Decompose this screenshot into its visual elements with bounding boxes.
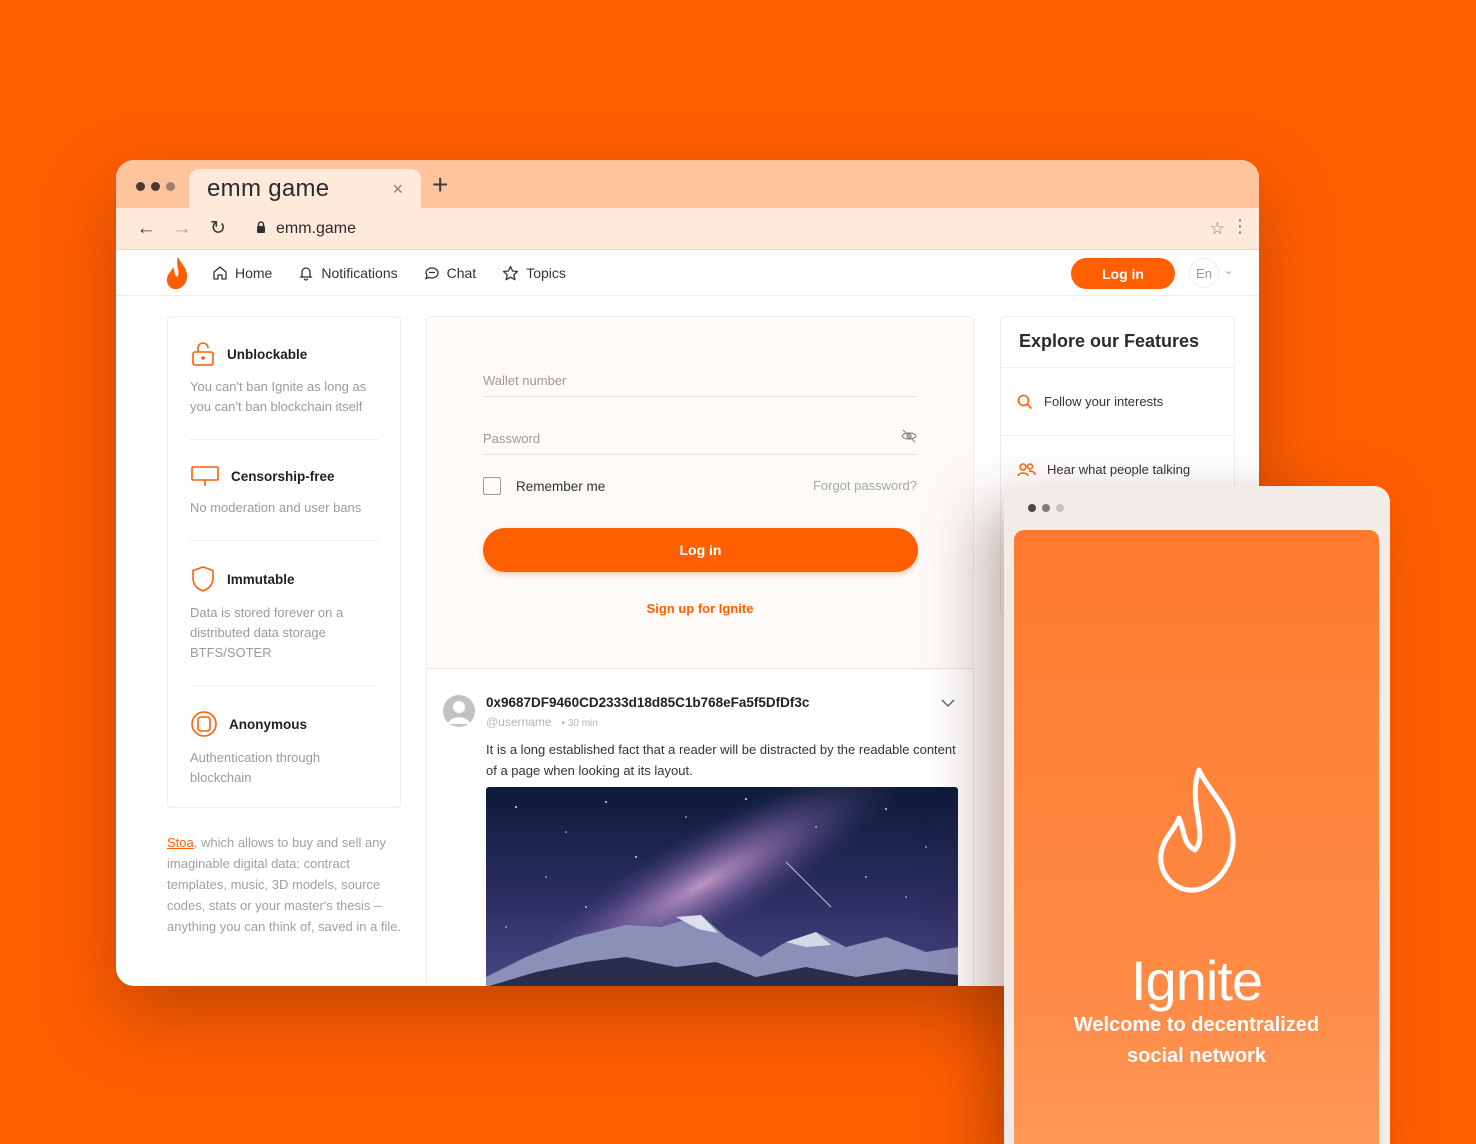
feature-title: Unblockable: [227, 346, 308, 362]
bookmark-star-icon[interactable]: ☆: [1210, 219, 1225, 239]
brand-name: Ignite: [1131, 949, 1263, 1012]
welcome-message: Welcome to decentralized social network: [1073, 1014, 1320, 1067]
chevron-down-icon[interactable]: ⌄: [1224, 264, 1233, 277]
people-icon: [1017, 462, 1036, 476]
reload-icon[interactable]: ↻: [208, 217, 228, 240]
feature-censorship-free: Censorship-free No moderation and user b…: [190, 440, 378, 541]
explore-item-label: Follow your interests: [1044, 394, 1164, 409]
nav-notifications[interactable]: Notifications: [298, 265, 398, 281]
nav-notifications-label: Notifications: [321, 265, 398, 281]
explore-title: Explore our Features: [1001, 317, 1234, 368]
feature-desc: No moderation and user bans: [190, 500, 362, 515]
site-header: Home Notifications Chat Topics Log in En…: [116, 250, 1259, 296]
signup-link[interactable]: Sign up for Ignite: [427, 601, 973, 616]
login-submit-button[interactable]: Log in: [483, 528, 918, 572]
feature-desc: Authentication through blockchain: [190, 750, 321, 785]
main-menu: Home Notifications Chat Topics: [212, 250, 566, 296]
url-field[interactable]: emm.game: [276, 220, 356, 238]
wallet-number-input[interactable]: Wallet number: [483, 363, 917, 397]
search-icon: [1017, 394, 1033, 409]
post-meta: @username • 30 min: [486, 715, 598, 729]
back-arrow-icon[interactable]: ←: [136, 218, 156, 240]
bell-icon: [299, 267, 313, 281]
post-time: • 30 min: [561, 718, 598, 729]
nav-chat[interactable]: Chat: [424, 265, 477, 281]
remember-me-label: Remember me: [516, 478, 606, 494]
password-input[interactable]: Password: [483, 421, 917, 455]
shield-icon: [192, 566, 214, 592]
features-card: Unblockable You can't ban Ignite as long…: [167, 316, 401, 808]
chat-icon: [424, 267, 439, 280]
feature-unblockable: Unblockable You can't ban Ignite as long…: [190, 317, 378, 440]
stoa-link[interactable]: Stoa: [167, 835, 194, 850]
forward-arrow-icon[interactable]: →: [172, 218, 192, 240]
padlock-icon: [192, 342, 214, 366]
window-controls[interactable]: [136, 182, 175, 191]
feature-title: Immutable: [227, 571, 295, 587]
hide-password-eye-icon[interactable]: [901, 429, 917, 446]
feature-desc: Data is stored forever on a distributed …: [190, 605, 344, 660]
browser-tab[interactable]: emm game ×: [189, 169, 421, 209]
language-selector[interactable]: En: [1189, 258, 1219, 288]
address-bar: ← → ↻ emm.game ☆ ⋮: [116, 208, 1259, 250]
tab-strip: emm game × +: [116, 160, 1259, 209]
mobile-window: Ignite Welcome to decentralized social n…: [1004, 486, 1390, 1144]
nav-topics-label: Topics: [526, 265, 566, 281]
login-form: Wallet number Password Remember me Forgo…: [427, 317, 973, 669]
feature-title: Anonymous: [229, 716, 308, 732]
feature-anonymous: Anonymous Authentication through blockch…: [190, 686, 378, 810]
avatar[interactable]: [443, 695, 475, 727]
lock-icon: [256, 221, 266, 236]
feature-title: Censorship-free: [231, 468, 335, 484]
explore-item-label: Hear what people talking: [1047, 462, 1191, 477]
remember-me-checkbox[interactable]: [483, 477, 501, 495]
chevron-down-icon[interactable]: [941, 695, 955, 713]
mobile-splash-screen: Ignite Welcome to decentralized social n…: [1014, 530, 1379, 1144]
ignite-logo-icon[interactable]: [166, 256, 188, 295]
star-icon: [503, 265, 519, 280]
post-username[interactable]: @username: [486, 715, 552, 729]
remember-me: Remember me: [483, 477, 605, 495]
nav-chat-label: Chat: [446, 265, 477, 281]
signboard-icon: [191, 466, 219, 486]
window-controls[interactable]: [1028, 504, 1064, 512]
main-column: Wallet number Password Remember me Forgo…: [426, 316, 974, 986]
nav-home-label: Home: [235, 265, 273, 281]
stoa-paragraph: Stoa, which allows to buy and sell any i…: [167, 832, 403, 937]
close-tab-icon[interactable]: ×: [392, 179, 403, 200]
home-icon: [213, 266, 227, 280]
new-tab-button[interactable]: +: [432, 169, 448, 201]
nav-home[interactable]: Home: [212, 265, 272, 281]
explore-item-interests[interactable]: Follow your interests: [1001, 368, 1234, 436]
stoa-text: , which allows to buy and sell any imagi…: [167, 835, 402, 934]
mask-icon: [191, 711, 217, 737]
forgot-password-link[interactable]: Forgot password?: [813, 478, 917, 493]
feature-desc: You can't ban Ignite as long as you can'…: [190, 379, 367, 414]
browser-menu-icon[interactable]: ⋮: [1231, 217, 1249, 235]
nav-topics[interactable]: Topics: [502, 265, 566, 282]
post-image[interactable]: [486, 787, 958, 986]
page-background: { "browser": { "tab_title": "emm game", …: [0, 0, 1476, 1144]
post-author-hash[interactable]: 0x9687DF9460CD2333d18d85C1b768eFa5f5DfDf…: [486, 695, 809, 710]
feature-immutable: Immutable Data is stored forever on a di…: [190, 541, 378, 686]
tab-title: emm game: [207, 175, 330, 202]
header-login-button[interactable]: Log in: [1071, 258, 1175, 289]
ignite-flame-icon: [1155, 766, 1239, 901]
post-text: It is a long established fact that a rea…: [486, 742, 956, 778]
password-placeholder: Password: [483, 431, 541, 446]
